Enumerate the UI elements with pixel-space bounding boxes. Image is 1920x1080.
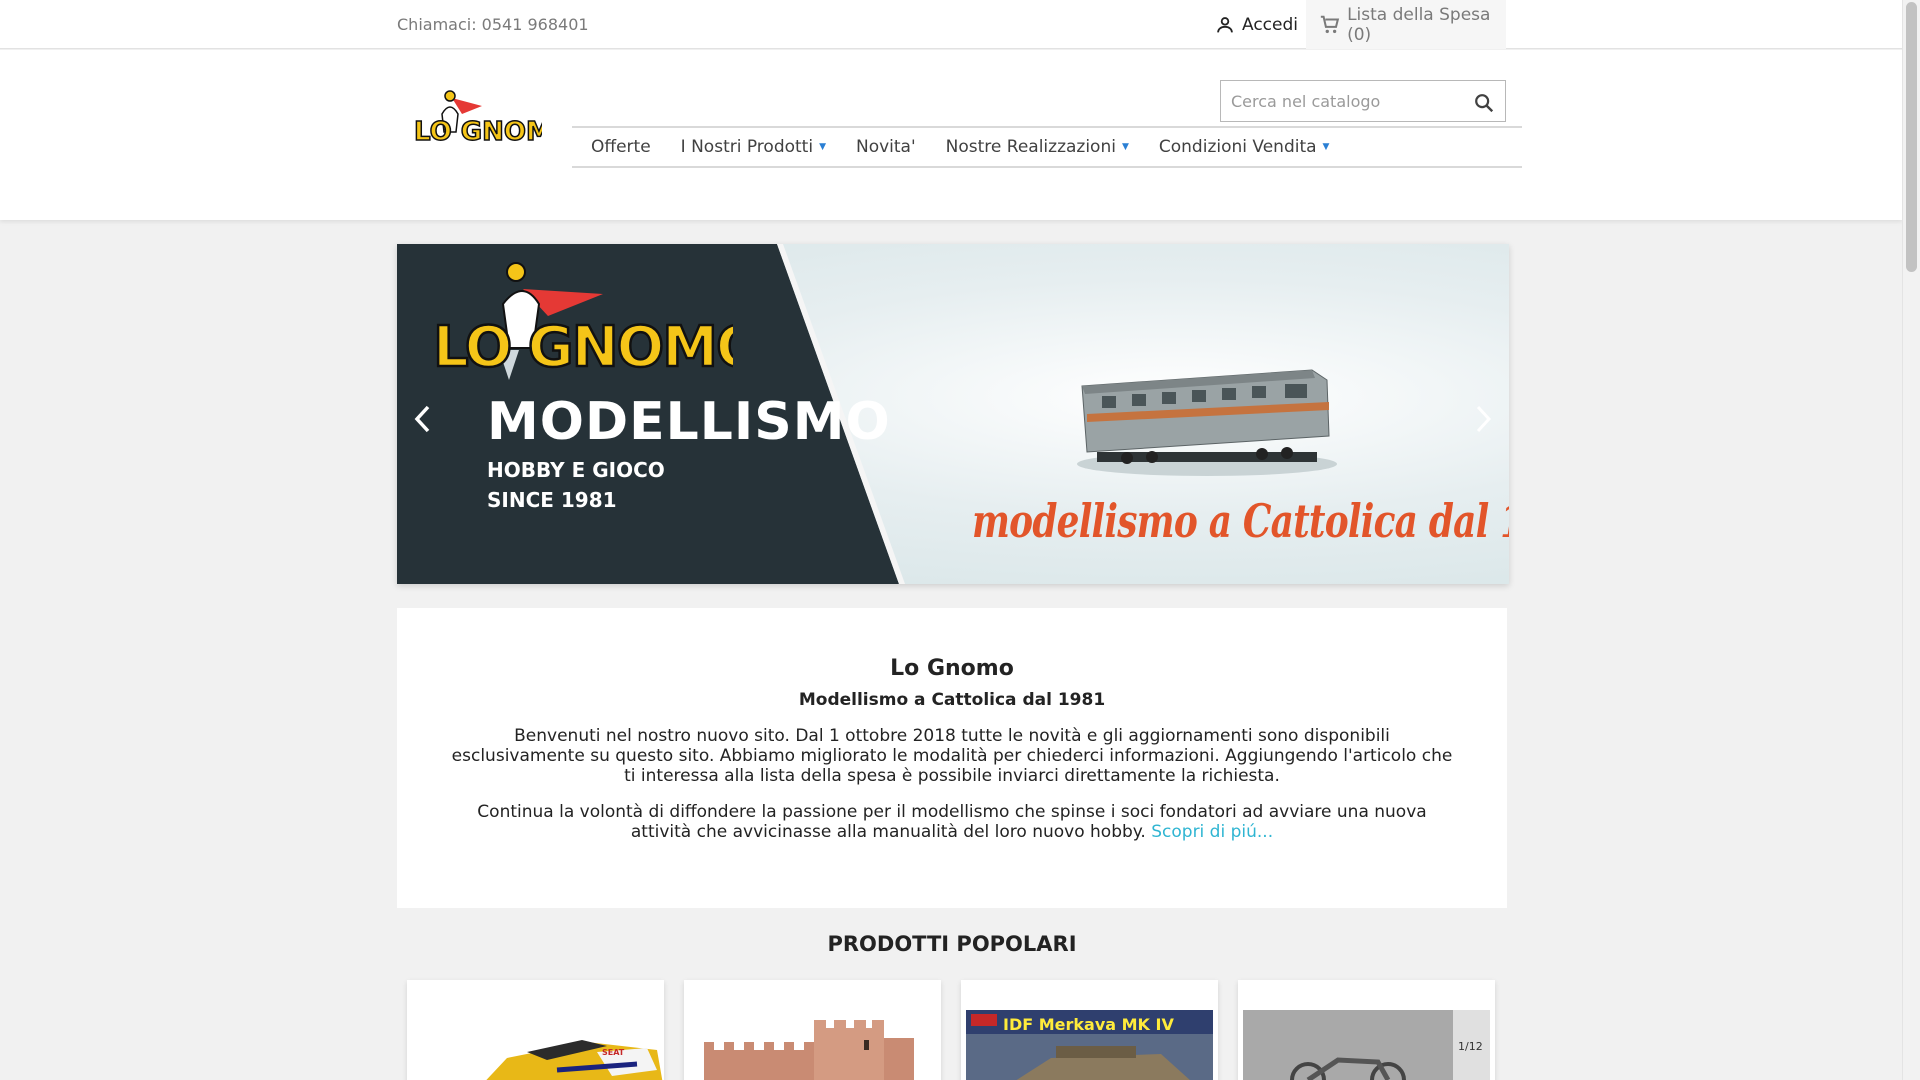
search-box: [1220, 80, 1506, 122]
welcome-paragraph-text: Continua la volontà di diffondere la pas…: [477, 802, 1427, 842]
svg-text:LO GNOMO: LO GNOMO: [414, 117, 542, 147]
banner-since: SINCE 1981: [487, 488, 617, 512]
tank-kit-box-image: IDF Merkava MK IV: [966, 1010, 1213, 1080]
welcome-paragraph: Benvenuti nel nostro nuovo sito. Dal 1 o…: [451, 726, 1453, 786]
train-model-image: [1077, 369, 1337, 476]
banner-title: MODELLISMO: [487, 392, 891, 452]
top-bar: Chiamaci: 0541 968401 Accedi Lista della…: [0, 0, 1902, 49]
carousel-next-icon[interactable]: [1471, 404, 1495, 434]
welcome-paragraph-2: Continua la volontà di diffondere la pas…: [445, 802, 1459, 842]
banner-subtitle: HOBBY E GIOCO: [487, 458, 665, 482]
castle-image: [704, 1020, 914, 1080]
banner-logo: LO GNOMO: [433, 262, 733, 381]
menu-label: Offerte: [591, 137, 651, 157]
phone-number: Chiamaci: 0541 968401: [397, 15, 589, 34]
svg-text:LO GNOMO: LO GNOMO: [433, 315, 733, 380]
cart-icon: [1320, 15, 1340, 33]
caret-down-icon: ▼: [819, 142, 826, 152]
menu-label: Condizioni Vendita: [1158, 137, 1317, 157]
welcome-card: Lo Gnomo Modellismo a Cattolica dal 1981…: [397, 608, 1507, 908]
menu-item-prodotti[interactable]: I Nostri Prodotti ▼: [681, 137, 826, 157]
rally-car-image: SEAT: [486, 1040, 663, 1080]
login-label: Accedi: [1242, 15, 1298, 35]
read-more-link[interactable]: Scopri di piú...: [1151, 822, 1273, 842]
caret-down-icon: ▼: [1322, 142, 1330, 152]
menu-item-novita[interactable]: Novita': [856, 137, 916, 157]
menu-item-realizzazioni[interactable]: Nostre Realizzazioni ▼: [946, 137, 1129, 157]
carousel-prev-icon[interactable]: [411, 404, 435, 434]
scale-label: 1/12: [1458, 1040, 1483, 1053]
welcome-subtitle: Modellismo a Cattolica dal 1981: [798, 690, 1106, 710]
welcome-title: Lo Gnomo: [890, 656, 1014, 681]
site-header: LO GNOMO Offerte I Nostri Prodotti ▼ Novi…: [0, 50, 1902, 220]
hero-carousel[interactable]: LO GNOMO MODELLISMO HOBBY E GIOCO SINCE …: [397, 244, 1509, 584]
menu-item-condizioni[interactable]: Condizioni Vendita ▼: [1159, 137, 1330, 157]
search-input[interactable]: [1221, 81, 1461, 121]
page-scrollbar[interactable]: [1902, 0, 1920, 1080]
motorcycle-box-image: 1/12: [1243, 1010, 1490, 1080]
product-card[interactable]: IDF Merkava MK IV: [961, 980, 1218, 1080]
scrollbar-thumb[interactable]: [1906, 2, 1917, 272]
shopping-list-button[interactable]: Lista della Spesa (0): [1306, 0, 1506, 49]
cart-label: Lista della Spesa (0): [1347, 4, 1491, 45]
svg-text:SEAT: SEAT: [602, 1048, 625, 1057]
caret-down-icon: ▼: [1121, 142, 1129, 152]
box-text: IDF Merkava MK IV: [1003, 1015, 1174, 1034]
popular-products-title: PRODOTTI POPOLARI: [827, 932, 1077, 956]
user-icon: [1217, 17, 1233, 33]
menu-label: Nostre Realizzazioni: [945, 137, 1116, 157]
menu-label: I Nostri Prodotti: [680, 137, 814, 157]
popular-products-list: SEAT IDF Merkava MK IV 1/12: [407, 980, 1497, 1080]
site-logo[interactable]: LO GNOMO: [412, 84, 542, 152]
product-card[interactable]: SEAT: [407, 980, 664, 1080]
menu-item-offerte[interactable]: Offerte: [591, 137, 651, 157]
search-icon[interactable]: [1473, 92, 1495, 114]
product-card[interactable]: 1/12: [1238, 980, 1495, 1080]
banner-tagline: modellismo a Cattolica dal 1981: [972, 494, 1509, 548]
main-menu: Offerte I Nostri Prodotti ▼ Novita' Nostr…: [572, 126, 1522, 168]
menu-label: Novita': [855, 137, 916, 157]
product-card[interactable]: [684, 980, 941, 1080]
login-link[interactable]: Accedi: [1214, 13, 1298, 37]
